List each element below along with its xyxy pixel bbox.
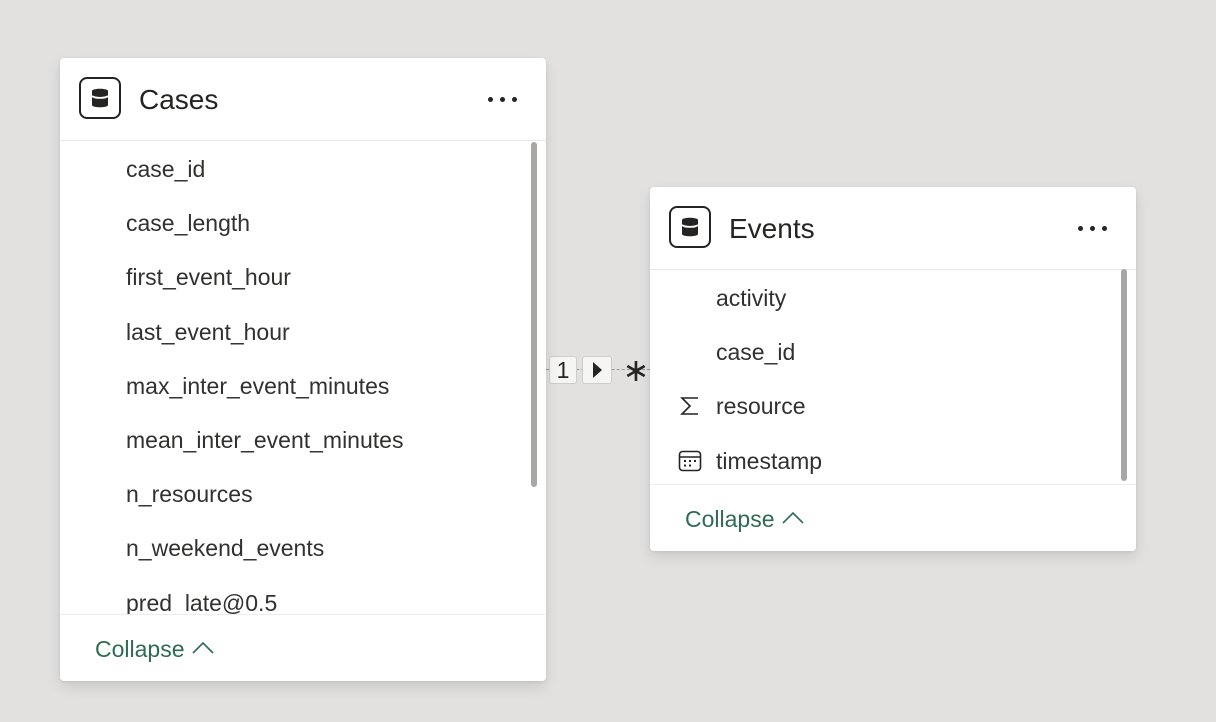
field-row[interactable]: case_id — [60, 141, 546, 195]
field-name: case_id — [126, 156, 206, 182]
field-row[interactable]: n_weekend_events — [60, 520, 546, 574]
events-scrollbar[interactable] — [1121, 269, 1127, 481]
events-table-footer: Collapse — [650, 484, 1136, 551]
field-row[interactable]: timestamp — [650, 433, 1136, 485]
events-table-card[interactable]: Events activity case_id resource timesta… — [650, 187, 1136, 551]
cases-table-header[interactable]: Cases — [60, 58, 546, 141]
cases-table-footer: Collapse — [60, 614, 546, 681]
field-name: last_event_hour — [126, 318, 290, 345]
cases-scrollbar[interactable] — [531, 142, 537, 487]
field-row[interactable]: case_length — [60, 195, 546, 249]
field-row[interactable]: max_inter_event_minutes — [60, 358, 546, 412]
cardinality-many-badge: ∗ — [622, 352, 650, 388]
calendar-icon — [678, 450, 702, 472]
field-name: activity — [716, 285, 787, 311]
field-row[interactable]: case_id — [650, 324, 1136, 378]
field-name: mean_inter_event_minutes — [126, 426, 404, 453]
cardinality-one-badge: 1 — [549, 356, 577, 384]
events-field-list[interactable]: activity case_id resource timestamp — [650, 270, 1136, 485]
field-name: max_inter_event_minutes — [126, 372, 390, 399]
field-name: resource — [716, 393, 806, 420]
field-name: case_length — [126, 210, 251, 237]
field-row[interactable]: pred_late@0.5 — [60, 575, 546, 615]
collapse-label: Collapse — [685, 506, 775, 532]
sigma-icon — [678, 395, 702, 417]
chevron-up-icon — [191, 641, 214, 654]
cross-filter-direction-icon — [582, 356, 612, 384]
collapse-button[interactable]: Collapse — [95, 635, 215, 663]
database-table-icon — [669, 206, 711, 248]
field-name: timestamp — [716, 447, 823, 474]
events-table-title: Events — [729, 213, 815, 244]
field-row[interactable]: activity — [650, 270, 1136, 324]
database-table-icon — [79, 77, 121, 119]
field-row[interactable]: n_resources — [60, 466, 546, 520]
chevron-up-icon — [781, 511, 804, 524]
more-options-button[interactable] — [486, 88, 520, 110]
events-table-header[interactable]: Events — [650, 187, 1136, 270]
field-row[interactable]: mean_inter_event_minutes — [60, 412, 546, 466]
field-name: first_event_hour — [126, 264, 291, 291]
collapse-label: Collapse — [95, 636, 185, 662]
field-name: n_weekend_events — [126, 535, 325, 562]
field-row[interactable]: first_event_hour — [60, 249, 546, 303]
field-row[interactable]: resource — [650, 378, 1136, 432]
cases-table-card[interactable]: Cases case_id case_length first_event_ho… — [60, 58, 546, 681]
field-name: pred_late@0.5 — [126, 589, 278, 615]
more-options-button[interactable] — [1076, 217, 1110, 239]
collapse-button[interactable]: Collapse — [685, 505, 805, 533]
field-name: n_resources — [126, 481, 253, 508]
cases-field-list[interactable]: case_id case_length first_event_hour las… — [60, 141, 546, 614]
field-name: case_id — [716, 339, 796, 366]
cases-table-title: Cases — [139, 84, 219, 115]
field-row[interactable]: last_event_hour — [60, 304, 546, 358]
